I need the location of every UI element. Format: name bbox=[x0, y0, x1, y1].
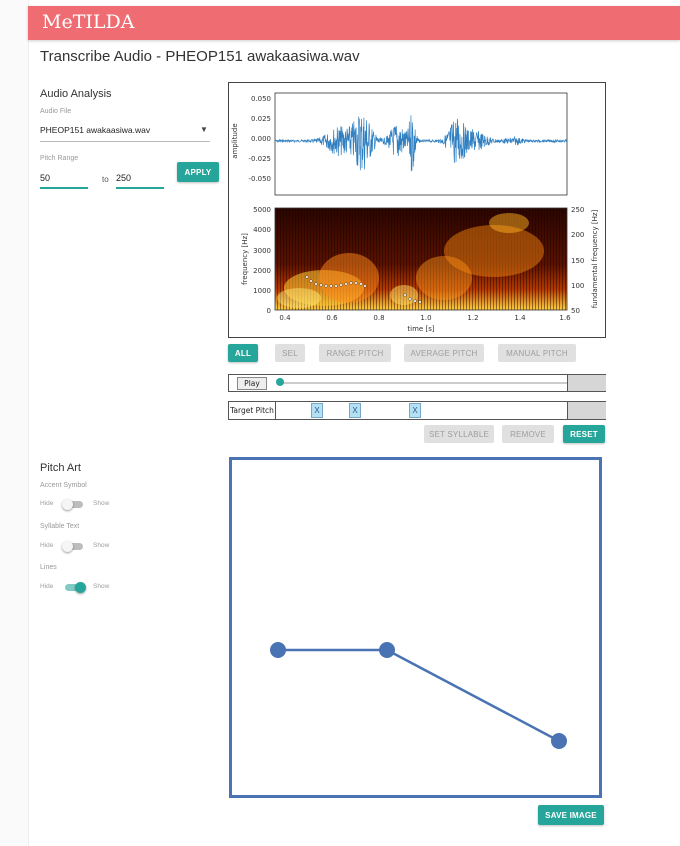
input-underline bbox=[40, 187, 88, 189]
toggle-on-label: Show bbox=[93, 542, 110, 549]
spectrogram-xtick: 1.6 bbox=[559, 314, 571, 322]
toggle-on-label: Show bbox=[93, 500, 110, 507]
spectrogram-ytick: 4000 bbox=[253, 226, 271, 234]
audio-file-select[interactable]: PHEOP151 awakaasiwa.wav ▼ bbox=[40, 120, 210, 142]
accent-symbol-label: Accent Symbol bbox=[40, 482, 87, 489]
pitch-max-input[interactable]: 250 bbox=[116, 168, 164, 190]
accent-symbol-toggle[interactable]: Hide Show bbox=[40, 497, 120, 511]
syllable-text-label: Syllable Text bbox=[40, 523, 80, 530]
spectrogram-xtick: 0.4 bbox=[279, 314, 291, 322]
spectrogram-ytick: 2000 bbox=[253, 267, 271, 275]
waveform-plot: 0.050 0.025 0.000 -0.025 -0.050 amplitud… bbox=[231, 92, 568, 196]
spectrogram-ytick: 0 bbox=[267, 307, 271, 315]
waveform-ytick: 0.050 bbox=[251, 95, 271, 103]
spectrogram-xlabel: time [s] bbox=[407, 325, 434, 333]
spectrogram-right-ytick: 200 bbox=[571, 231, 584, 239]
toggle-knob bbox=[75, 582, 86, 593]
spectrogram-ytick: 5000 bbox=[253, 206, 271, 214]
target-right-panel bbox=[567, 402, 606, 419]
pitch-min-input[interactable]: 50 bbox=[40, 168, 88, 190]
reset-button[interactable]: RESET bbox=[563, 425, 605, 443]
all-button[interactable]: ALL bbox=[228, 344, 258, 362]
audio-player: Play bbox=[228, 374, 606, 392]
manual-pitch-button[interactable]: MANUAL PITCH bbox=[498, 344, 576, 362]
pitch-min-value: 50 bbox=[40, 173, 51, 183]
spectrogram-xtick: 1.4 bbox=[514, 314, 526, 322]
pitch-art-title: Pitch Art bbox=[40, 462, 81, 474]
spectrogram-ylabel-right: fundamental frequency [Hz] bbox=[591, 209, 599, 308]
spectrogram-right-ytick: 50 bbox=[571, 307, 580, 315]
spectrogram-right-ytick: 100 bbox=[571, 282, 584, 290]
set-syllable-button[interactable]: SET SYLLABLE bbox=[424, 425, 494, 443]
target-pitch-marker[interactable]: X bbox=[349, 403, 361, 418]
pitch-art-line bbox=[278, 648, 560, 743]
pitch-art-svg bbox=[270, 642, 567, 749]
pitch-art-point[interactable] bbox=[379, 642, 395, 658]
play-button[interactable]: Play bbox=[237, 377, 267, 390]
pitch-art-point[interactable] bbox=[270, 642, 286, 658]
pitch-max-value: 250 bbox=[116, 173, 132, 183]
average-pitch-button[interactable]: AVERAGE PITCH bbox=[404, 344, 484, 362]
spectrogram-xtick: 0.8 bbox=[373, 314, 384, 322]
pitch-art-point[interactable] bbox=[551, 733, 567, 749]
player-right-panel bbox=[567, 375, 606, 391]
remove-button[interactable]: REMOVE bbox=[502, 425, 554, 443]
toggle-knob bbox=[62, 499, 73, 510]
waveform-ytick: 0.025 bbox=[251, 115, 271, 123]
page-title: Transcribe Audio - PHEOP151 awakaasiwa.w… bbox=[40, 48, 360, 65]
player-track[interactable] bbox=[279, 382, 567, 384]
lines-label: Lines bbox=[40, 564, 57, 571]
target-pitch-marker[interactable]: X bbox=[409, 403, 421, 418]
spectrogram-xtick: 0.6 bbox=[326, 314, 338, 322]
audio-plot-frame: 0.050 0.025 0.000 -0.025 -0.050 amplitud… bbox=[228, 82, 606, 338]
spectrogram-right-ytick: 150 bbox=[571, 257, 584, 265]
spectrogram-ylabel-left: frequency [Hz] bbox=[241, 233, 249, 285]
audio-file-label: Audio File bbox=[40, 108, 72, 115]
input-underline bbox=[116, 187, 164, 189]
waveform-ytick: -0.050 bbox=[248, 175, 271, 183]
lines-toggle[interactable]: Hide Show bbox=[40, 580, 120, 594]
spectrogram-right-ytick: 250 bbox=[571, 206, 584, 214]
waveform-signal bbox=[274, 115, 568, 172]
sel-button[interactable]: SEL bbox=[275, 344, 305, 362]
toggle-knob bbox=[62, 541, 73, 552]
spectrogram-ytick: 3000 bbox=[253, 247, 271, 255]
toggle-off-label: Hide bbox=[40, 583, 54, 590]
audio-analysis-title: Audio Analysis bbox=[40, 88, 112, 100]
select-underline bbox=[40, 141, 210, 142]
chevron-down-icon: ▼ bbox=[200, 125, 208, 134]
target-pitch-bar: Target Pitch X X X bbox=[228, 401, 606, 420]
window-left-edge bbox=[0, 0, 29, 846]
player-scrubber[interactable] bbox=[276, 378, 284, 386]
pitch-art-canvas[interactable] bbox=[229, 457, 602, 798]
apply-button[interactable]: APPLY bbox=[177, 162, 219, 182]
toggle-off-label: Hide bbox=[40, 500, 54, 507]
spectrogram-plot: 5000 4000 3000 2000 1000 0 250 200 150 1… bbox=[241, 206, 599, 333]
waveform-ytick: -0.025 bbox=[248, 155, 271, 163]
target-pitch-label: Target Pitch bbox=[229, 402, 276, 419]
toggle-off-label: Hide bbox=[40, 542, 54, 549]
audio-file-value: PHEOP151 awakaasiwa.wav bbox=[40, 125, 151, 135]
app-title[interactable]: MeTILDA bbox=[42, 11, 134, 33]
app-bar: MeTILDA bbox=[28, 6, 680, 40]
target-pitch-marker[interactable]: X bbox=[311, 403, 323, 418]
audio-plot-svg: 0.050 0.025 0.000 -0.025 -0.050 amplitud… bbox=[231, 92, 599, 333]
spectrogram-ytick: 1000 bbox=[253, 287, 271, 295]
pitch-range-label: Pitch Range bbox=[40, 155, 79, 162]
spectrogram-xtick: 1.2 bbox=[467, 314, 478, 322]
spectrogram-xtick: 1.0 bbox=[420, 314, 431, 322]
play-button-label: Play bbox=[244, 379, 260, 388]
toggle-on-label: Show bbox=[93, 583, 110, 590]
syllable-text-toggle[interactable]: Hide Show bbox=[40, 539, 120, 553]
waveform-ylabel: amplitude bbox=[231, 123, 239, 158]
range-pitch-button[interactable]: RANGE PITCH bbox=[319, 344, 391, 362]
waveform-ytick: 0.000 bbox=[251, 135, 271, 143]
save-image-button[interactable]: SAVE IMAGE bbox=[538, 805, 604, 825]
to-text: to bbox=[102, 175, 109, 184]
